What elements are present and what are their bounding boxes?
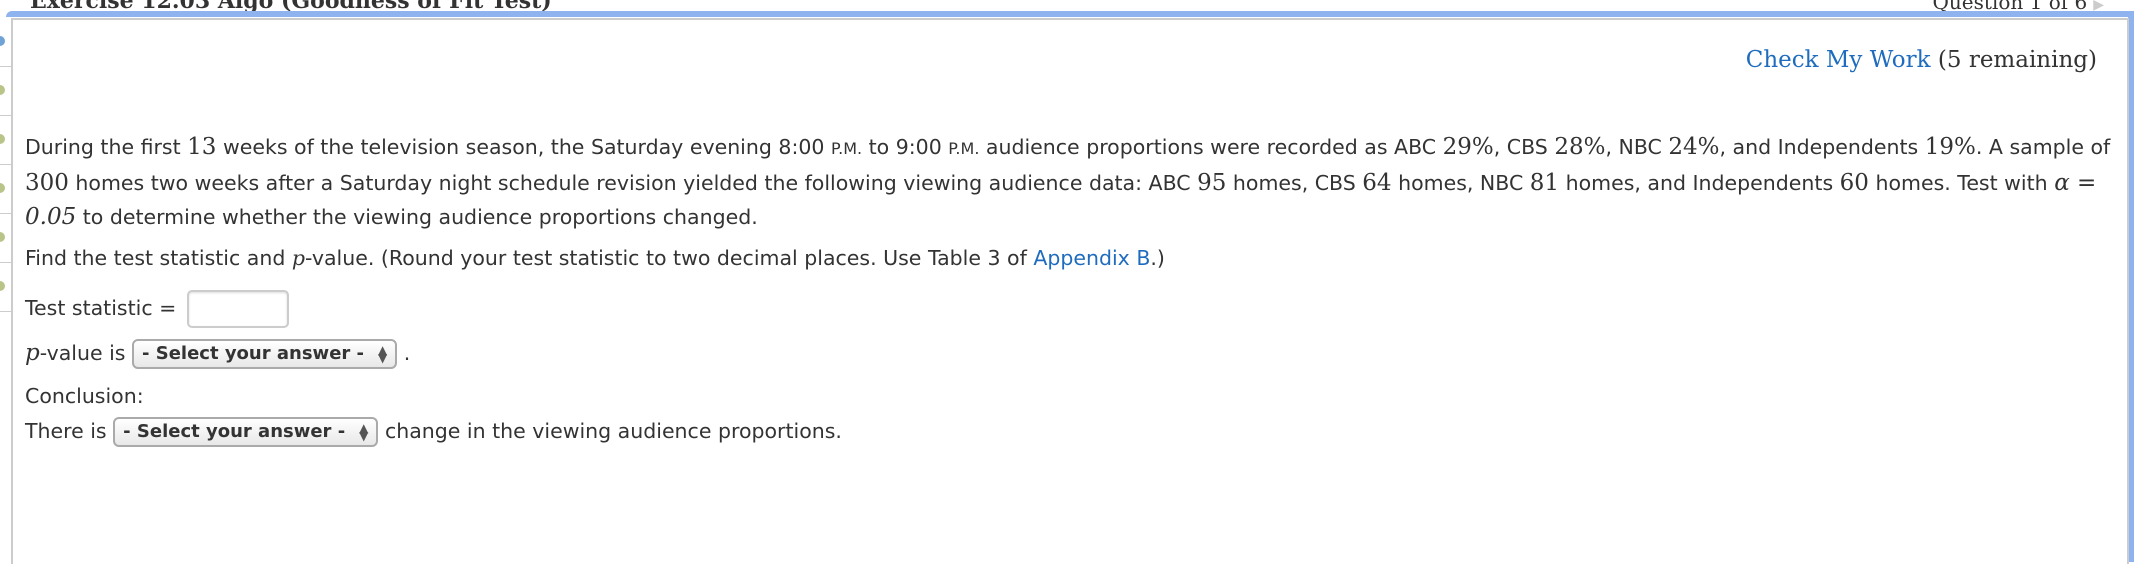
conclusion-row: There is - Select your answer - ▲ ▼ change… xyxy=(25,417,842,447)
text: audience proportions were recorded as AB… xyxy=(979,135,1443,159)
weeks-value: 13 xyxy=(187,134,217,160)
text: , CBS xyxy=(1493,135,1555,159)
select-value: - Select your answer - xyxy=(123,421,346,442)
text: homes two weeks after a Saturday night s… xyxy=(68,171,1198,195)
question-panel xyxy=(11,18,2129,564)
sample-size: 300 xyxy=(25,170,69,196)
question-rail xyxy=(0,18,11,312)
text: homes. Test with xyxy=(1868,171,2055,195)
conclusion-select[interactable]: - Select your answer - ▲ ▼ xyxy=(113,417,379,447)
text: Find the test statistic and xyxy=(25,246,292,270)
updown-icon: ▲ ▼ xyxy=(359,421,369,443)
nbc-homes: 81 xyxy=(1529,170,1560,196)
status-dot-icon xyxy=(0,232,5,242)
ind-homes: 60 xyxy=(1839,170,1869,196)
p-value-row: p-value is - Select your answer - ▲ ▼ . xyxy=(25,339,410,369)
status-dot-icon xyxy=(0,134,5,144)
text: . xyxy=(403,341,411,365)
cbs-homes: 64 xyxy=(1362,170,1392,196)
text: to 9:00 xyxy=(862,135,949,159)
ind-pct: 19% xyxy=(1924,134,1976,160)
test-statistic-row: Test statistic = xyxy=(25,290,289,328)
test-statistic-input[interactable] xyxy=(186,290,289,328)
text: to determine whether the viewing audienc… xyxy=(76,205,758,229)
rail-item[interactable] xyxy=(0,263,11,312)
rail-item[interactable] xyxy=(0,18,11,67)
status-dot-icon xyxy=(0,183,5,193)
status-dot-icon xyxy=(0,85,5,95)
select-value: - Select your answer - xyxy=(142,343,365,364)
text: homes, and Independents xyxy=(1559,171,1840,195)
frame-top-border xyxy=(6,11,2134,17)
status-dot-icon xyxy=(0,281,5,291)
text: . A sample of xyxy=(1975,135,2111,159)
rail-item[interactable] xyxy=(0,67,11,116)
text: There is xyxy=(25,419,107,443)
text: , NBC xyxy=(1605,135,1669,159)
text: homes, NBC xyxy=(1391,171,1530,195)
check-my-work-link[interactable]: Check My Work xyxy=(1746,47,1931,73)
text: P.M. xyxy=(830,139,863,158)
text: P.M. xyxy=(948,139,980,158)
abc-homes: 95 xyxy=(1197,170,1227,196)
rail-item[interactable] xyxy=(0,214,11,263)
remaining-count: (5 remaining) xyxy=(1937,47,2097,73)
text: p xyxy=(291,246,305,270)
text: weeks of the television season, the Satu… xyxy=(216,135,831,159)
conclusion-label: Conclusion: xyxy=(25,384,144,408)
text: p xyxy=(25,340,40,366)
text: During the first xyxy=(25,135,188,159)
check-my-work: Check My Work (5 remaining) xyxy=(1746,47,2097,73)
problem-text: During the first 13 weeks of the televis… xyxy=(25,130,2120,234)
test-statistic-label: Test statistic = xyxy=(25,296,177,320)
abc-pct: 29% xyxy=(1442,134,1494,160)
updown-icon: ▲ ▼ xyxy=(378,343,388,365)
text: -value. (Round your test statistic to tw… xyxy=(305,246,1034,270)
rail-item[interactable] xyxy=(0,116,11,165)
text: homes, CBS xyxy=(1226,171,1363,195)
cbs-pct: 28% xyxy=(1554,134,1606,160)
status-dot-icon xyxy=(0,36,5,46)
appendix-link[interactable]: Appendix B xyxy=(1033,246,1150,270)
p-value-select[interactable]: - Select your answer - ▲ ▼ xyxy=(132,339,398,369)
text: .) xyxy=(1150,246,1165,270)
instruction: Find the test statistic and p-value. (Ro… xyxy=(25,246,1165,270)
text: change in the viewing audience proportio… xyxy=(384,419,842,443)
rail-item[interactable] xyxy=(0,165,11,214)
p-value-label: -value is xyxy=(39,341,126,365)
nbc-pct: 24% xyxy=(1668,134,1720,160)
text: , and Independents xyxy=(1719,135,1925,159)
